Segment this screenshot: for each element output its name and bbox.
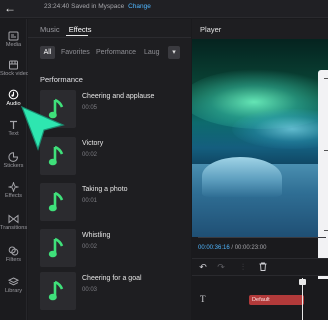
track-duration: 00:05 bbox=[82, 105, 98, 111]
sidebar-item-effects[interactable]: Effects bbox=[0, 182, 27, 212]
sidebar-label: Effects bbox=[5, 193, 22, 199]
panel-marker bbox=[324, 78, 328, 79]
music-note-icon bbox=[48, 191, 64, 212]
filter-performance[interactable]: Performance bbox=[96, 49, 136, 56]
back-arrow-icon[interactable]: ← bbox=[3, 1, 17, 15]
sparkle-icon bbox=[8, 182, 19, 192]
text-track-icon: T bbox=[200, 294, 206, 304]
track-duration: 00:02 bbox=[82, 152, 98, 158]
status-time: 23:24:40 bbox=[44, 3, 70, 10]
filter-icon bbox=[8, 246, 19, 256]
text-clip-label: Default bbox=[252, 297, 270, 303]
track-thumbnail bbox=[40, 183, 76, 221]
playhead-handle[interactable] bbox=[299, 279, 306, 285]
media-icon bbox=[8, 31, 19, 41]
list-item[interactable]: Cheering for a goal 00:03 bbox=[40, 272, 190, 310]
timecode: 00:00:36:16 / 00:00:23:00 bbox=[198, 245, 266, 251]
track-duration: 00:02 bbox=[82, 244, 98, 250]
undo-icon[interactable]: ↶ bbox=[198, 262, 208, 272]
sidebar-item-filters[interactable]: Filters bbox=[0, 246, 27, 276]
sidebar-label: Filters bbox=[5, 257, 22, 263]
sidebar-item-transitions[interactable]: Transitions bbox=[0, 214, 27, 244]
tab-music[interactable]: Music bbox=[40, 25, 60, 34]
redo-icon[interactable]: ↷ bbox=[216, 262, 226, 272]
track-title: Victory bbox=[82, 140, 104, 147]
sidebar-label: Stickers bbox=[3, 163, 24, 169]
player-header: Player bbox=[192, 19, 328, 39]
sidebar-item-media[interactable]: Media bbox=[0, 31, 27, 61]
sidebar: Media Stock videos Audio Text Stickers E… bbox=[0, 19, 32, 320]
active-tab-indicator bbox=[66, 35, 88, 36]
filter-favorites[interactable]: Favorites bbox=[61, 49, 90, 56]
sidebar-label: Media bbox=[5, 42, 22, 48]
delete-icon[interactable] bbox=[258, 262, 268, 272]
library-icon bbox=[8, 277, 19, 286]
tab-effects[interactable]: Effects bbox=[69, 25, 92, 34]
filter-more-chevron-icon[interactable]: ▾ bbox=[168, 46, 180, 59]
tabs-divider bbox=[28, 37, 191, 38]
sidebar-label: Library bbox=[4, 288, 23, 294]
music-note-icon bbox=[48, 280, 64, 301]
panel-marker bbox=[324, 230, 328, 231]
sidebar-label: Transitions bbox=[0, 225, 28, 231]
pointer-cursor-icon bbox=[20, 105, 65, 151]
music-note-icon bbox=[48, 237, 64, 258]
change-link[interactable]: Change bbox=[128, 3, 151, 10]
panel-marker bbox=[324, 150, 328, 151]
filter-all[interactable]: All bbox=[40, 46, 55, 59]
total-time: 00:00:23:00 bbox=[234, 245, 267, 251]
list-item[interactable]: Taking a photo 00:01 bbox=[40, 183, 190, 221]
current-time: 00:00:36:16 bbox=[198, 245, 230, 251]
text-icon bbox=[10, 120, 17, 129]
sidebar-label: Stock videos bbox=[0, 71, 32, 77]
filter-laughter[interactable]: Laug bbox=[144, 49, 160, 56]
section-title: Performance bbox=[40, 75, 83, 84]
aurora-glow-secondary bbox=[232, 109, 328, 149]
sticker-icon bbox=[8, 152, 19, 162]
track-thumbnail bbox=[40, 272, 76, 310]
audio-icon bbox=[8, 89, 19, 100]
video-preview[interactable] bbox=[192, 39, 328, 237]
sidebar-item-stock-videos[interactable]: Stock videos bbox=[0, 60, 32, 90]
track-duration: 00:01 bbox=[82, 198, 98, 204]
track-title: Cheering for a goal bbox=[82, 275, 142, 282]
track-title: Whistling bbox=[82, 232, 111, 239]
status-text: Saved in Myspace bbox=[71, 3, 125, 10]
transition-icon bbox=[8, 214, 19, 224]
track-thumbnail bbox=[40, 229, 76, 267]
ice-peak bbox=[202, 157, 282, 197]
save-status: 23:24:40 Saved in Myspace Change bbox=[44, 3, 151, 10]
film-icon bbox=[9, 60, 18, 70]
timeline-toolbar: ↶ ↷ ⫶ bbox=[192, 258, 328, 276]
sidebar-item-library[interactable]: Library bbox=[0, 277, 27, 307]
list-item[interactable]: Whistling 00:02 bbox=[40, 229, 190, 267]
split-icon[interactable]: ⫶ bbox=[238, 262, 248, 272]
sidebar-item-stickers[interactable]: Stickers bbox=[0, 152, 27, 182]
player-title: Player bbox=[200, 25, 222, 34]
track-title: Taking a photo bbox=[82, 186, 128, 193]
seek-bar[interactable] bbox=[198, 237, 326, 238]
top-bar: ← 23:24:40 Saved in Myspace Change bbox=[0, 0, 328, 18]
properties-panel-edge[interactable] bbox=[318, 70, 328, 290]
track-title: Cheering and applause bbox=[82, 93, 155, 100]
track-duration: 00:03 bbox=[82, 287, 98, 293]
